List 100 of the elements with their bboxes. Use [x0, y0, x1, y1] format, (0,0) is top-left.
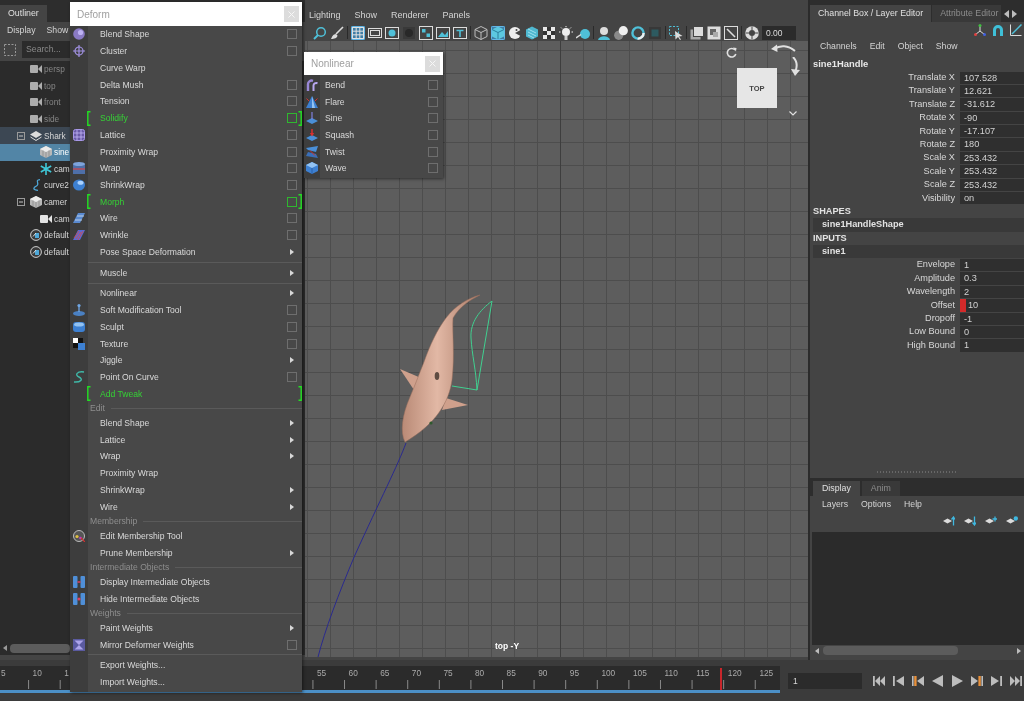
option-box[interactable] — [287, 113, 297, 124]
channel-value-field[interactable]: 1 — [960, 258, 1024, 272]
magnifier-icon[interactable] — [313, 25, 327, 40]
shaded-cube-icon[interactable] — [491, 25, 505, 40]
menu-item[interactable]: Lattice — [70, 126, 302, 144]
channel-value-field[interactable]: 0.3 — [960, 272, 1024, 285]
menu-item[interactable]: Point On Curve — [70, 368, 302, 386]
grid-icon[interactable] — [351, 25, 365, 40]
tree-toggle-icon[interactable] — [17, 131, 25, 140]
previous-key-icon[interactable] — [912, 674, 924, 687]
menu-item[interactable]: Prune Membership — [70, 544, 302, 562]
t-frame-icon[interactable] — [453, 25, 467, 40]
menu-item[interactable]: Nonlinear — [70, 285, 302, 302]
node-bar[interactable]: sine1HandleShape — [813, 218, 1024, 232]
menu-item[interactable]: Help — [904, 499, 922, 509]
arch-icon[interactable] — [992, 24, 1004, 36]
menu-item[interactable]: Mirror Deformer Weights — [70, 636, 302, 653]
menu-item[interactable]: Show — [935, 41, 958, 51]
playhead[interactable] — [719, 668, 722, 690]
panel-tab[interactable]: Anim — [861, 481, 900, 496]
menu-item[interactable]: Edit Membership Tool — [70, 527, 302, 545]
step-forward-icon[interactable] — [990, 674, 1002, 687]
menu-item[interactable]: Texture — [70, 335, 302, 352]
selection-arrow-icon[interactable] — [669, 25, 683, 40]
channel-value-field[interactable]: 0 — [960, 325, 1024, 339]
outliner-item[interactable]: camer — [0, 193, 70, 211]
menu-item[interactable]: Cluster — [70, 42, 302, 60]
scroll-left-icon[interactable] — [3, 645, 7, 651]
axis-tripod-icon[interactable] — [974, 24, 986, 36]
channel-value-field[interactable]: 253.432 — [960, 151, 1024, 165]
menu-item[interactable]: Proximity Wrap — [70, 464, 302, 482]
menu-item[interactable]: Channels — [820, 41, 857, 51]
menu-item[interactable]: Wire — [70, 210, 302, 227]
scrollbar-thumb[interactable] — [823, 646, 958, 655]
menu-item[interactable]: Lighting — [309, 10, 341, 20]
scrollbar-thumb[interactable] — [10, 643, 70, 653]
play-backward-icon[interactable] — [931, 674, 944, 687]
menu-item[interactable]: Soft Modification Tool — [70, 301, 302, 319]
channel-value-field[interactable]: -31.612 — [960, 98, 1024, 111]
outliner-item[interactable]: side — [0, 110, 70, 128]
channel-value-field[interactable]: on — [960, 192, 1024, 205]
menu-item[interactable]: Wave — [304, 160, 443, 177]
stacked-squares-icon[interactable] — [690, 25, 704, 40]
menu-item[interactable]: Hide Intermediate Objects — [70, 590, 302, 607]
menu-item[interactable]: Delta Mush — [70, 76, 302, 93]
menu-item[interactable]: ShrinkWrap — [70, 176, 302, 194]
channel-value-field[interactable]: 2 — [960, 285, 1024, 299]
menu-item[interactable]: Show — [46, 25, 69, 35]
circular-arrow-icon[interactable] — [726, 47, 737, 58]
menu-item[interactable]: Object — [897, 41, 923, 51]
menu-item[interactable]: Sculpt — [70, 318, 302, 336]
notched-circle-icon[interactable] — [508, 25, 522, 40]
menu-item[interactable]: Jiggle — [70, 351, 302, 369]
aperture-icon[interactable] — [745, 25, 759, 40]
play-icon[interactable] — [951, 674, 963, 687]
step-back-icon[interactable] — [892, 674, 905, 687]
channel-value-field[interactable]: 180 — [960, 138, 1024, 151]
menu-item[interactable]: Flare — [304, 93, 443, 111]
panel-tab[interactable]: Outliner — [0, 5, 47, 22]
curved-arrow-icon[interactable] — [771, 43, 797, 55]
menu-item[interactable]: Twist — [304, 143, 443, 161]
menu-item[interactable]: Bend — [304, 76, 443, 94]
outliner-item[interactable]: top — [0, 77, 70, 95]
menu-item[interactable]: Layers — [822, 499, 849, 509]
outliner-item[interactable]: default — [0, 226, 70, 244]
slashed-square-icon[interactable] — [724, 25, 738, 40]
layer-plus-icon[interactable] — [985, 516, 997, 526]
current-frame-field[interactable]: 1 — [788, 672, 862, 689]
menu-item[interactable]: Wrinkle — [70, 226, 302, 244]
menu-item[interactable]: ShrinkWrap — [70, 481, 302, 499]
panel-tab[interactable]: Attribute Editor — [932, 5, 1002, 22]
outliner-item[interactable]: default — [0, 243, 70, 261]
tree-toggle-icon[interactable] — [17, 198, 25, 207]
channel-value-field[interactable]: 253.432 — [960, 165, 1024, 178]
channel-value-field[interactable]: -1 — [960, 312, 1024, 325]
channel-value-field[interactable]: -90 — [960, 111, 1024, 125]
menu-item[interactable]: Muscle — [70, 264, 302, 281]
search-field[interactable]: Search... — [22, 41, 70, 58]
film-frame-icon[interactable] — [368, 25, 382, 40]
wire-cube-icon[interactable] — [474, 25, 488, 40]
skip-to-end-icon[interactable] — [1009, 674, 1022, 687]
outliner-item[interactable]: curve2 — [0, 177, 70, 194]
chevron-down-icon[interactable] — [789, 111, 797, 116]
picture-icon[interactable] — [436, 25, 450, 40]
menu-item[interactable]: Wire — [70, 498, 302, 516]
menu-item[interactable]: Display — [7, 25, 36, 35]
menu-item[interactable]: Blend Shape — [70, 414, 302, 432]
scroll-right-icon[interactable] — [1017, 647, 1021, 654]
outliner-item[interactable]: cam — [0, 160, 70, 178]
option-box[interactable] — [287, 196, 297, 207]
scroll-left-icon[interactable] — [1004, 9, 1010, 18]
menu-item[interactable]: Pose Space Deformation — [70, 243, 302, 261]
light-bulb-icon[interactable] — [559, 25, 573, 40]
next-key-icon[interactable] — [970, 674, 983, 687]
outliner-item[interactable]: persp — [0, 61, 70, 78]
scroll-left-icon[interactable] — [815, 647, 819, 654]
menu-item[interactable]: Tension — [70, 92, 302, 110]
checker-icon[interactable] — [542, 25, 556, 40]
channel-value-field[interactable]: 1 — [960, 339, 1024, 352]
curved-arrow-icon[interactable] — [790, 57, 801, 76]
